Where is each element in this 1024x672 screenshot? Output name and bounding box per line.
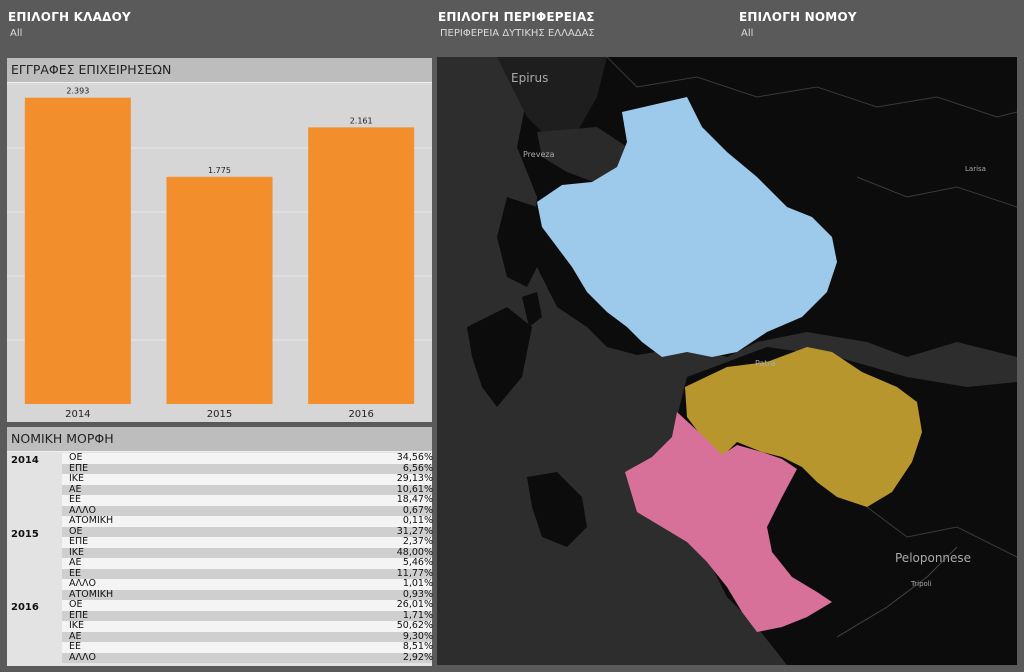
legal-form-share: 5,46% <box>402 557 433 568</box>
filter-region-title: ΕΠΙΛΟΓΗ ΠΕΡΙΦΕΡΕΙΑΣ <box>438 10 595 24</box>
table-row: ΑΛΛΟ 2,92% <box>7 651 433 663</box>
legal-form-name: ΑΕ <box>69 630 82 642</box>
table-row: ΙΚΕ 50,62% <box>7 620 433 632</box>
filter-region[interactable]: ΕΠΙΛΟΓΗ ΠΕΡΙΦΕΡΕΙΑΣ ΠΕΡΙΦΕΡΕΙΑ ΔΥΤΙΚΗΣ Ε… <box>438 10 595 39</box>
x-tick-label: 2016 <box>348 409 373 420</box>
table-row: ΟΕ 26,01% <box>7 599 433 611</box>
legal-form-panel: ΝΟΜΙΚΗ ΜΟΡΦΗ 2014 ΟΕ 34,56% ΕΠΕ 6,56% ΙΚΕ 29,1… <box>7 427 433 666</box>
filter-sector[interactable]: ΕΠΙΛΟΓΗ ΚΛΑΔΟΥ All <box>8 10 131 39</box>
legal-form-share: 26,01% <box>396 599 433 610</box>
region-map[interactable]: Epirus Preveza Patra Peloponnese Tripoli… <box>437 57 1017 665</box>
legal-form-name: ΙΚΕ <box>69 620 85 631</box>
filter-sector-value[interactable]: All <box>10 28 131 39</box>
map-label-epirus: Epirus <box>511 71 549 85</box>
legal-form-name: ΕΕ <box>69 494 82 505</box>
legal-form-share: 2,92% <box>402 651 433 663</box>
legal-form-name: ΑΛΛΟ <box>69 578 96 589</box>
filter-prefecture-value[interactable]: All <box>741 28 857 39</box>
legal-form-name: ΙΚΕ <box>69 473 85 484</box>
legal-form-name: ΕΠΕ <box>69 609 89 621</box>
legal-form-share: 1,01% <box>402 578 433 589</box>
legal-form-name: ΑΕ <box>69 483 82 495</box>
map-label-preveza: Preveza <box>523 150 555 159</box>
table-row: ΟΕ 34,56% <box>7 452 433 464</box>
bar-data-label: 2.161 <box>350 116 373 125</box>
legal-form-share: 50,62% <box>396 620 433 631</box>
legal-form-share: 34,56% <box>396 452 433 463</box>
legal-form-name: ΑΤΟΜΙΚΗ <box>69 515 114 526</box>
legal-form-name: ΟΕ <box>69 452 83 463</box>
legal-form-name: ΟΕ <box>69 599 83 610</box>
table-row: ΕΠΕ 2,37% <box>7 536 433 548</box>
map-label-tripoli: Tripoli <box>911 580 932 588</box>
legal-form-name: ΑΤΟΜΙΚΗ <box>69 588 114 600</box>
x-tick-label: 2014 <box>65 409 90 420</box>
table-row: ΑΤΟΜΙΚΗ 0,11% <box>7 515 433 527</box>
map-label-patra: Patra <box>755 359 776 368</box>
legal-form-share: 8,51% <box>402 641 433 652</box>
bar-2015[interactable] <box>166 176 273 404</box>
map-land-zakynthos <box>527 472 587 547</box>
map-label-larisa: Larisa <box>965 165 986 173</box>
bar-data-label: 2.393 <box>66 87 89 96</box>
bar-2014[interactable] <box>24 97 131 405</box>
legal-form-name: ΕΠΕ <box>69 536 89 547</box>
bar-2016[interactable] <box>308 127 415 404</box>
table-row: ΕΕ 8,51% <box>7 641 433 653</box>
filter-prefecture-title: ΕΠΙΛΟΓΗ ΝΟΜΟΥ <box>739 10 857 24</box>
table-row: ΕΕ 18,47% <box>7 494 433 506</box>
map-label-peloponnese: Peloponnese <box>895 551 972 565</box>
map-canvas[interactable] <box>437 57 1017 665</box>
legal-form-panel-title: ΝΟΜΙΚΗ ΜΟΡΦΗ <box>7 427 432 452</box>
legal-form-share: 0,11% <box>402 515 433 526</box>
registrations-bar-chart: 2.393 2014 1.775 2015 2.161 2016 <box>7 84 432 420</box>
legal-form-name: ΑΛΛΟ <box>69 651 96 663</box>
registrations-panel-title: ΕΓΓΡΑΦΕΣ ΕΠΙΧΕΙΡΗΣΕΩΝ <box>7 58 432 83</box>
legal-form-share: 2,37% <box>402 536 433 547</box>
legal-form-name: ΕΕ <box>69 641 82 652</box>
legal-form-name: ΑΕ <box>69 557 82 568</box>
table-row: ΙΚΕ 29,13% <box>7 473 433 485</box>
map-land-kefalonia <box>467 307 532 407</box>
registrations-panel: ΕΓΓΡΑΦΕΣ ΕΠΙΧΕΙΡΗΣΕΩΝ 2.393 2014 1.775 2015… <box>7 58 432 422</box>
legal-form-share: 18,47% <box>396 494 433 505</box>
table-row: ΑΕ 5,46% <box>7 557 433 569</box>
map-land-lefkada <box>497 197 542 287</box>
table-row: ΑΛΛΟ 1,01% <box>7 578 433 590</box>
x-tick-label: 2015 <box>207 409 232 420</box>
legal-form-name: ΙΚΕ <box>69 546 85 558</box>
filter-region-value[interactable]: ΠΕΡΙΦΕΡΕΙΑ ΔΥΤΙΚΗΣ ΕΛΛΑΔΑΣ <box>440 28 595 39</box>
filter-sector-title: ΕΠΙΛΟΓΗ ΚΛΑΔΟΥ <box>8 10 131 24</box>
legal-form-name: ΟΕ <box>69 525 83 537</box>
legal-form-name: ΕΠΕ <box>69 462 89 474</box>
legal-form-share: 29,13% <box>396 473 433 484</box>
filter-prefecture[interactable]: ΕΠΙΛΟΓΗ ΝΟΜΟΥ All <box>739 10 857 39</box>
bar-data-label: 1.775 <box>208 166 231 175</box>
